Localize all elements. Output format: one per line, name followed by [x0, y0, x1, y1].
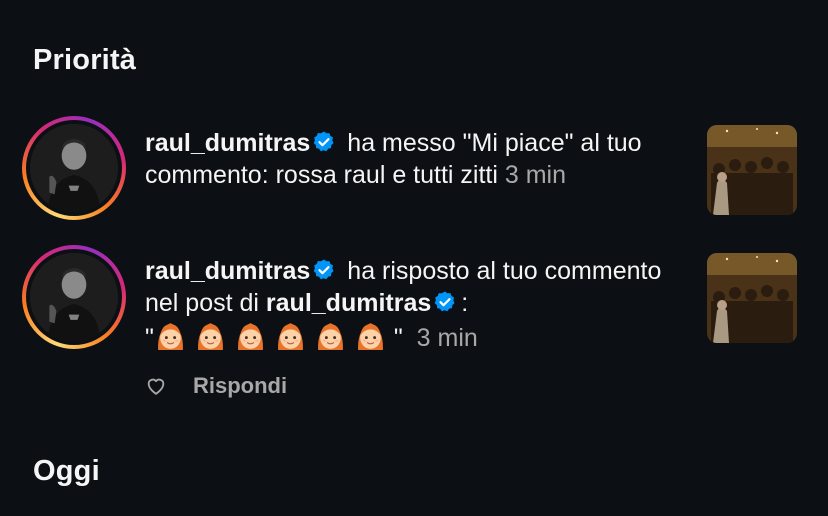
woman-red-hair-emoji [157, 323, 183, 350]
woman-red-hair-emoji [317, 323, 343, 350]
timestamp: 3 min [416, 324, 478, 352]
woman-red-hair-emoji [277, 323, 303, 350]
avatar-story-ring[interactable] [22, 245, 126, 349]
post-thumbnail[interactable] [707, 125, 797, 215]
woman-red-hair-emoji [237, 323, 263, 350]
avatar-photo [30, 124, 118, 212]
avatar-photo [30, 253, 118, 341]
notification-text[interactable]: raul_dumitras ha messo "Mi piace" al tuo… [145, 127, 685, 191]
woman-red-hair-emoji [357, 323, 383, 350]
quote-close: " [393, 324, 403, 352]
woman-red-hair-emoji [197, 323, 223, 350]
quote-open: " [145, 324, 154, 352]
concert-photo [707, 253, 797, 343]
username[interactable]: raul_dumitras [145, 129, 310, 157]
avatar [30, 124, 118, 212]
verified-badge-icon [434, 291, 455, 312]
section-title-today: Oggi [33, 455, 100, 487]
timestamp: 3 min [504, 161, 566, 189]
verified-badge-icon [314, 259, 334, 280]
comment-emojis [154, 319, 394, 360]
avatar-story-ring[interactable] [22, 116, 126, 220]
comment-actions: Rispondi [145, 372, 287, 400]
section-title-priority: Priorità [33, 44, 137, 76]
notification-text[interactable]: raul_dumitras ha risposto al tuo comment… [145, 255, 685, 360]
reply-button[interactable]: Rispondi [193, 373, 287, 399]
colon: : [461, 289, 469, 317]
concert-photo [707, 125, 797, 215]
post-thumbnail[interactable] [707, 253, 797, 343]
heart-outline-icon[interactable] [145, 375, 167, 397]
verified-badge-icon [314, 131, 334, 152]
post-owner-username[interactable]: raul_dumitras [266, 289, 431, 317]
username[interactable]: raul_dumitras [145, 257, 310, 285]
avatar [30, 253, 118, 341]
